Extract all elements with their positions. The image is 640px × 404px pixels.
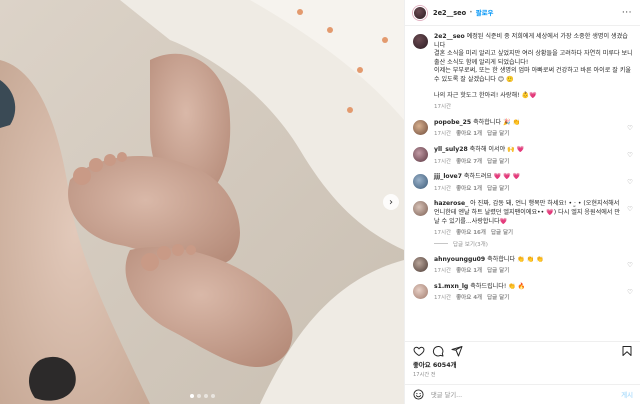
- view-replies-button[interactable]: 답글 보기(3개): [434, 240, 633, 248]
- comment: popobe_25 축하합니다 🎉 👏 17시간 좋아요 1개 답글 달기 ♡: [413, 119, 633, 139]
- comment-text: 축하드립니다! 👏 🔥: [470, 282, 526, 290]
- comment-username[interactable]: s1.mxn_lg: [434, 283, 468, 290]
- comment-username[interactable]: popobe_25: [434, 119, 471, 126]
- avatar[interactable]: [413, 146, 428, 162]
- carousel-dots: [0, 394, 404, 398]
- comment-input[interactable]: 댓글 달기...: [431, 390, 621, 399]
- post-header: 2e2__seo • 팔로우 ···: [405, 0, 640, 26]
- caption-username[interactable]: 2e2__seo: [434, 33, 465, 40]
- comment-likes[interactable]: 좋아요 1개: [456, 186, 482, 192]
- heart-icon[interactable]: ♡: [623, 178, 633, 186]
- reply-button[interactable]: 답글 달기: [487, 131, 509, 137]
- bookmark-icon[interactable]: [621, 345, 633, 357]
- author-username[interactable]: 2e2__seo: [433, 9, 466, 17]
- post-footer: 좋아요 6054개 17시간 전 댓글 달기... 게시: [405, 341, 640, 404]
- next-slide-button[interactable]: ›: [383, 194, 399, 210]
- avatar[interactable]: [413, 201, 428, 217]
- comment-time: 17시간: [434, 268, 452, 275]
- comment: jjj_love7 축하드려요 💗 💗 💗 17시간 좋아요 1개 답글 달기 ♡: [413, 173, 633, 193]
- caption-time: 17시간: [434, 104, 452, 111]
- reply-button[interactable]: 답글 달기: [487, 295, 509, 301]
- carousel-dot: [210, 394, 215, 398]
- avatar[interactable]: [413, 119, 428, 135]
- comment-username[interactable]: jjj_love7: [434, 173, 462, 180]
- carousel-dot: [203, 394, 208, 398]
- chevron-right-icon: ›: [389, 196, 393, 208]
- comment-text: 축하합니다 🎉 👏: [473, 118, 521, 126]
- smile-icon[interactable]: [413, 389, 424, 400]
- post-comment-button[interactable]: 게시: [621, 390, 633, 399]
- reply-button[interactable]: 답글 달기: [487, 186, 509, 192]
- heart-icon[interactable]: ♡: [623, 124, 633, 132]
- post-photo[interactable]: ›: [0, 0, 404, 404]
- follow-button[interactable]: 팔로우: [476, 8, 494, 17]
- heart-icon[interactable]: ♡: [623, 261, 633, 269]
- caption: 2e2__seo 예정된 식준비 중 저희에게 세상에서 가장 소중한 생명이 …: [413, 33, 633, 112]
- carousel-dot: [189, 394, 194, 398]
- caption-text: 2e2__seo 예정된 식준비 중 저희에게 세상에서 가장 소중한 생명이 …: [434, 33, 633, 83]
- comment-time: 17시간: [434, 295, 452, 302]
- comment: s1.mxn_lg 축하드립니다! 👏 🔥 17시간 좋아요 4개 답글 달기 ♡: [413, 283, 633, 303]
- avatar[interactable]: [413, 256, 428, 272]
- comment-icon[interactable]: [432, 345, 444, 357]
- avatar[interactable]: [413, 174, 428, 190]
- separator: •: [469, 9, 473, 16]
- comment-likes[interactable]: 좋아요 1개: [456, 131, 482, 137]
- comment-time: 17시간: [434, 131, 452, 138]
- heart-icon[interactable]: [413, 345, 425, 357]
- comment-box: 댓글 달기... 게시: [405, 384, 640, 404]
- comment-text: 축하해 이서야 🙌 💗: [469, 145, 525, 153]
- comment-text: 축하드려요 💗 💗 💗: [463, 173, 521, 181]
- like-count[interactable]: 좋아요 6054개: [405, 360, 640, 369]
- comment-time: 17시간: [434, 185, 452, 192]
- avatar[interactable]: [413, 5, 427, 20]
- post-sidebar: 2e2__seo • 팔로우 ··· 2e2__seo 예정된 식준비 중 저희…: [404, 0, 640, 404]
- avatar[interactable]: [413, 283, 428, 299]
- comment-likes[interactable]: 좋아요 16개: [456, 230, 486, 236]
- comment: ahnyounggu09 축하합니다 👏 👏 👏 17시간 좋아요 1개 답글 달기…: [413, 256, 633, 276]
- heart-icon[interactable]: ♡: [623, 288, 633, 296]
- heart-icon[interactable]: ♡: [623, 205, 633, 213]
- action-bar: [405, 342, 640, 360]
- reply-button[interactable]: 답글 달기: [487, 268, 509, 274]
- share-icon[interactable]: [451, 345, 463, 357]
- heart-icon[interactable]: ♡: [623, 151, 633, 159]
- comment-time: 17시간: [434, 230, 452, 237]
- comment-username[interactable]: yll_suly28: [434, 146, 468, 153]
- reply-button[interactable]: 답글 달기: [491, 230, 513, 236]
- comment-likes[interactable]: 좋아요 1개: [456, 268, 482, 274]
- comment: yll_suly28 축하해 이서야 🙌 💗 17시간 좋아요 7개 답글 달기 ♡: [413, 146, 633, 166]
- avatar[interactable]: [413, 34, 428, 49]
- carousel-dot: [196, 394, 201, 398]
- comment-username[interactable]: hazerose: [434, 200, 465, 207]
- comment-username[interactable]: ahnyounggu09: [434, 256, 485, 263]
- reply-button[interactable]: 답글 달기: [487, 159, 509, 165]
- instagram-post: › 2e2__seo • 팔로우 ··· 2e2__seo 예정된 식준비 중 …: [0, 0, 640, 404]
- comment-likes[interactable]: 좋아요 4개: [456, 295, 482, 301]
- comments-list[interactable]: 2e2__seo 예정된 식준비 중 저희에게 세상에서 가장 소중한 생명이 …: [405, 27, 640, 341]
- comment-likes[interactable]: 좋아요 7개: [456, 159, 482, 165]
- comment-time: 17시간: [434, 158, 452, 165]
- more-icon[interactable]: ···: [622, 8, 632, 18]
- baby-feet-image: [0, 0, 404, 404]
- comment: hazerose_ 아 진짜, 감동 돼, 언니 행복만 하세요! • ·̫ •…: [413, 200, 633, 237]
- comment-text: 축하합니다 👏 👏 👏: [487, 255, 544, 263]
- post-date: 17시간 전: [413, 372, 436, 378]
- caption-text-2: 나의 자근 핫도그 한아리! 사랑해! 👶💗: [434, 91, 537, 99]
